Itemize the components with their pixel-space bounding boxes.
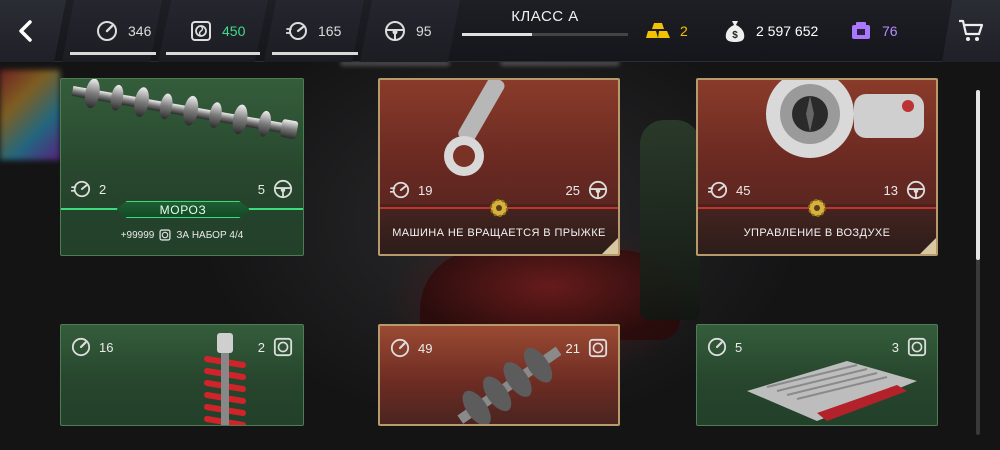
currency-gold: 2 bbox=[646, 0, 688, 62]
stat-value: 13 bbox=[883, 182, 898, 198]
corner-marker bbox=[602, 238, 618, 254]
ecu-image bbox=[747, 361, 917, 421]
steering-wheel-icon bbox=[906, 180, 926, 200]
turbocharger-image bbox=[766, 80, 924, 158]
steering-wheel-icon bbox=[385, 21, 405, 41]
acceleration-icon bbox=[286, 22, 307, 40]
stat-underline bbox=[166, 52, 260, 55]
card-stats: 19 25 bbox=[380, 180, 618, 200]
acceleration-icon bbox=[390, 181, 410, 199]
card-right-stat: 25 bbox=[566, 180, 608, 200]
card-left-stat: 16 bbox=[71, 337, 113, 357]
speedometer-icon bbox=[707, 337, 727, 357]
wall-art bbox=[0, 70, 60, 160]
stat-value: 2 bbox=[99, 181, 107, 197]
part-card-camshaft[interactable]: 2 5 МОРОЗ +99999 ЗА НАБОР 4/4 bbox=[60, 78, 304, 256]
part-card-ecu[interactable]: 5 3 bbox=[696, 324, 938, 426]
card-right-stat: 5 bbox=[258, 179, 293, 199]
car-class-label: КЛАСС A bbox=[511, 8, 579, 25]
stat-value: 5 bbox=[257, 181, 265, 197]
bonus-amount: +99999 bbox=[120, 229, 155, 241]
part-card-turbocharger[interactable]: 45 13 УПРАВЛЕНИЕ В ВОЗДУХЕ bbox=[696, 78, 938, 256]
part-card-crankshaft[interactable]: 49 21 bbox=[378, 324, 620, 426]
stat-value: 16 bbox=[99, 339, 114, 355]
mechanic-silhouette bbox=[640, 120, 700, 320]
card-stats: 16 2 bbox=[61, 337, 303, 357]
currency-cash: $ 2 597 652 bbox=[724, 0, 818, 62]
crankshaft-image bbox=[457, 346, 562, 424]
gear-icon bbox=[490, 199, 508, 217]
svg-text:$: $ bbox=[732, 30, 738, 41]
tickets-icon bbox=[852, 22, 870, 39]
turbo-icon bbox=[159, 229, 171, 241]
bonus-description: МАШИНА НЕ ВРАЩАЕТСЯ В ПРЫЖКЕ bbox=[392, 227, 606, 239]
scrollbar-thumb[interactable] bbox=[976, 90, 980, 260]
turbo-icon bbox=[273, 337, 293, 357]
shock-absorber-image bbox=[204, 333, 246, 425]
camshaft-image bbox=[71, 79, 299, 139]
class-progress-fill bbox=[462, 33, 532, 36]
currency-tickets: 76 bbox=[850, 0, 898, 62]
speedometer-icon bbox=[71, 337, 91, 357]
stat-underline bbox=[272, 52, 358, 55]
card-left-stat: 19 bbox=[390, 180, 432, 200]
stat-value: 25 bbox=[565, 182, 580, 198]
cash-amount: 2 597 652 bbox=[756, 23, 819, 39]
turbo-icon bbox=[191, 21, 211, 41]
tickets-amount: 76 bbox=[882, 23, 898, 39]
connecting-rod-image bbox=[444, 80, 505, 176]
stat-value: 450 bbox=[222, 23, 246, 39]
top-bar: 346 450 165 95 КЛАСС A 2 $ 2 597 652 76 bbox=[0, 0, 1000, 62]
gear-icon bbox=[808, 199, 826, 217]
stat-value: 19 bbox=[418, 182, 433, 198]
bonus-description: УПРАВЛЕНИЕ В ВОЗДУХЕ bbox=[743, 227, 891, 239]
set-bonus-info: +99999 ЗА НАБОР 4/4 bbox=[61, 229, 303, 241]
shop-button[interactable] bbox=[942, 0, 1000, 62]
money-bag-icon: $ bbox=[725, 21, 745, 42]
stat-handling[interactable]: 95 bbox=[384, 0, 432, 62]
card-left-stat: 49 bbox=[390, 338, 432, 358]
back-button[interactable] bbox=[0, 0, 66, 62]
shopping-cart-icon bbox=[959, 19, 984, 41]
card-left-stat: 2 bbox=[71, 179, 106, 199]
gold-bars-icon bbox=[646, 23, 670, 38]
corner-marker bbox=[920, 238, 936, 254]
stat-underline bbox=[70, 52, 156, 55]
set-tag-badge: МОРОЗ bbox=[116, 201, 250, 218]
card-stats: 2 5 bbox=[61, 179, 303, 199]
speedometer-icon bbox=[390, 338, 410, 358]
acceleration-icon bbox=[71, 180, 91, 198]
speedometer-icon bbox=[97, 21, 117, 41]
card-right-stat: 13 bbox=[884, 180, 926, 200]
scrollbar[interactable] bbox=[976, 90, 980, 435]
stat-value: 95 bbox=[416, 23, 432, 39]
chevron-left-icon bbox=[19, 20, 32, 42]
turbo-icon bbox=[588, 338, 608, 358]
part-card-connecting-rod[interactable]: 19 25 МАШИНА НЕ ВРАЩАЕТСЯ В ПРЫЖКЕ bbox=[378, 78, 620, 256]
stat-value: 49 bbox=[418, 340, 433, 356]
bonus-label: ЗА НАБОР 4/4 bbox=[176, 229, 244, 241]
acceleration-icon bbox=[708, 181, 728, 199]
stat-value: 346 bbox=[128, 23, 152, 39]
card-left-stat: 45 bbox=[708, 180, 750, 200]
gold-amount: 2 bbox=[680, 23, 688, 39]
stat-value: 165 bbox=[318, 23, 342, 39]
stat-value: 45 bbox=[736, 182, 751, 198]
steering-wheel-icon bbox=[273, 179, 293, 199]
steering-wheel-icon bbox=[588, 180, 608, 200]
card-stats: 45 13 bbox=[698, 180, 936, 200]
class-progress-bar bbox=[462, 33, 628, 36]
part-card-shock-absorber[interactable]: 16 2 bbox=[60, 324, 304, 426]
